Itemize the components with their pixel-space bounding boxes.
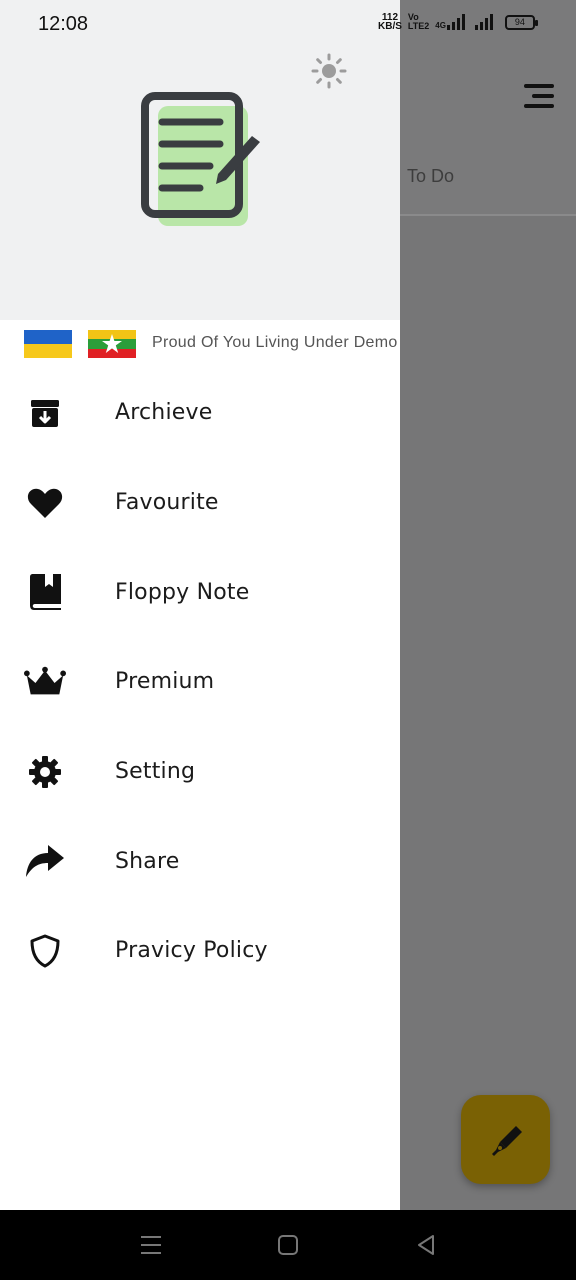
tab-todo[interactable]: To Do (407, 166, 454, 187)
heart-icon (24, 482, 66, 524)
volte-icon: Vo LTE2 (407, 12, 430, 31)
menu-label: Setting (115, 759, 196, 785)
menu-icon[interactable] (520, 84, 554, 110)
menu-item-share[interactable]: Share (0, 816, 400, 906)
menu-item-setting[interactable]: Setting (0, 727, 400, 817)
menu-item-privacy-policy[interactable]: Pravicy Policy (0, 906, 400, 996)
new-note-button[interactable] (461, 1095, 550, 1184)
back-button[interactable] (414, 1233, 438, 1257)
menu-label: Pravicy Policy (115, 938, 268, 964)
menu-item-floppy-note[interactable]: Floppy Note (0, 547, 400, 637)
sun-icon[interactable] (311, 53, 347, 89)
net-speed: 112 KB/S (378, 12, 402, 32)
menu-label: Archieve (115, 400, 213, 426)
menu-item-favourite[interactable]: Favourite (0, 458, 400, 548)
system-nav-bar (0, 1210, 576, 1280)
menu-label: Share (115, 848, 180, 874)
book-icon (24, 571, 66, 613)
drawer-menu: Archieve Favourite Floppy Note Premium S… (0, 368, 400, 996)
gear-icon (24, 751, 66, 793)
status-icons: 112 KB/S Vo LTE2 4G 94 (378, 12, 538, 32)
ukraine-flag-icon (24, 330, 72, 358)
shield-icon (24, 930, 66, 972)
status-time: 12:08 (38, 13, 89, 35)
menu-label: Favourite (115, 490, 219, 516)
archive-icon (24, 392, 66, 434)
note-edit-icon (140, 92, 264, 228)
signal-icon (474, 14, 493, 30)
navigation-drawer: Proud Of You Living Under Demo Archieve … (0, 0, 400, 1210)
battery-icon: 94 (504, 14, 538, 30)
pen-icon (491, 1125, 522, 1156)
signal-4g-icon: 4G (435, 14, 465, 30)
home-button[interactable] (276, 1233, 300, 1257)
menu-label: Premium (115, 669, 215, 695)
menu-label: Floppy Note (115, 579, 250, 605)
share-icon (24, 840, 66, 882)
recent-apps-button[interactable] (139, 1233, 163, 1257)
banner-text: Proud Of You Living Under Demo (152, 334, 398, 351)
menu-item-archive[interactable]: Archieve (0, 368, 400, 458)
support-banner: Proud Of You Living Under Demo (0, 320, 400, 368)
myanmar-flag-icon (88, 330, 136, 358)
crown-icon (24, 661, 66, 703)
status-bar: 12:08 112 KB/S Vo LTE2 4G 94 (0, 0, 576, 50)
menu-item-premium[interactable]: Premium (0, 637, 400, 727)
